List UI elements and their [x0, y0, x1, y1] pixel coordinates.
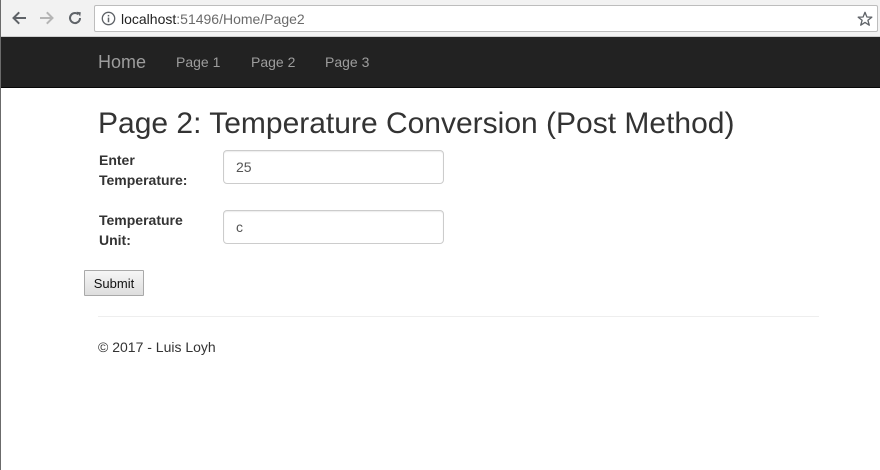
address-bar[interactable]: localhost:51496/Home/Page2 — [94, 5, 878, 32]
footer-divider — [98, 316, 819, 317]
temperature-input[interactable] — [223, 150, 444, 184]
navbar-brand-home[interactable]: Home — [98, 51, 146, 73]
reload-icon — [69, 11, 82, 25]
unit-label-line1: Temperature — [99, 212, 183, 228]
temperature-label-line1: Enter — [99, 152, 135, 168]
url-host: localhost — [121, 11, 177, 27]
temperature-unit-input[interactable] — [223, 210, 444, 244]
nav-link-page-2[interactable]: Page 2 — [251, 54, 295, 71]
arrow-right-icon — [40, 11, 54, 25]
nav-link-page-1[interactable]: Page 1 — [176, 54, 220, 71]
info-icon[interactable] — [101, 11, 116, 26]
browser-toolbar: localhost:51496/Home/Page2 — [1, 0, 880, 37]
footer-copyright: © 2017 - Luis Loyh — [98, 339, 216, 355]
url-text[interactable]: localhost:51496/Home/Page2 — [121, 11, 305, 27]
reload-button[interactable] — [65, 8, 85, 28]
browser-window: localhost:51496/Home/Page2 Home Page 1 P… — [0, 0, 880, 470]
back-button[interactable] — [9, 8, 29, 28]
page-title: Page 2: Temperature Conversion (Post Met… — [98, 107, 735, 140]
temperature-label: Enter Temperature: — [99, 150, 209, 190]
nav-link-page-3[interactable]: Page 3 — [325, 54, 369, 71]
site-navbar: Home Page 1 Page 2 Page 3 — [1, 37, 880, 88]
url-path: :51496/Home/Page2 — [176, 11, 305, 27]
temperature-unit-label: Temperature Unit: — [99, 210, 209, 250]
temperature-label-line2: Temperature: — [99, 172, 188, 188]
submit-button[interactable]: Submit — [84, 270, 144, 296]
arrow-left-icon — [12, 11, 26, 25]
bookmark-star-icon[interactable] — [857, 11, 873, 27]
unit-label-line2: Unit: — [99, 232, 131, 248]
forward-button[interactable] — [37, 8, 57, 28]
